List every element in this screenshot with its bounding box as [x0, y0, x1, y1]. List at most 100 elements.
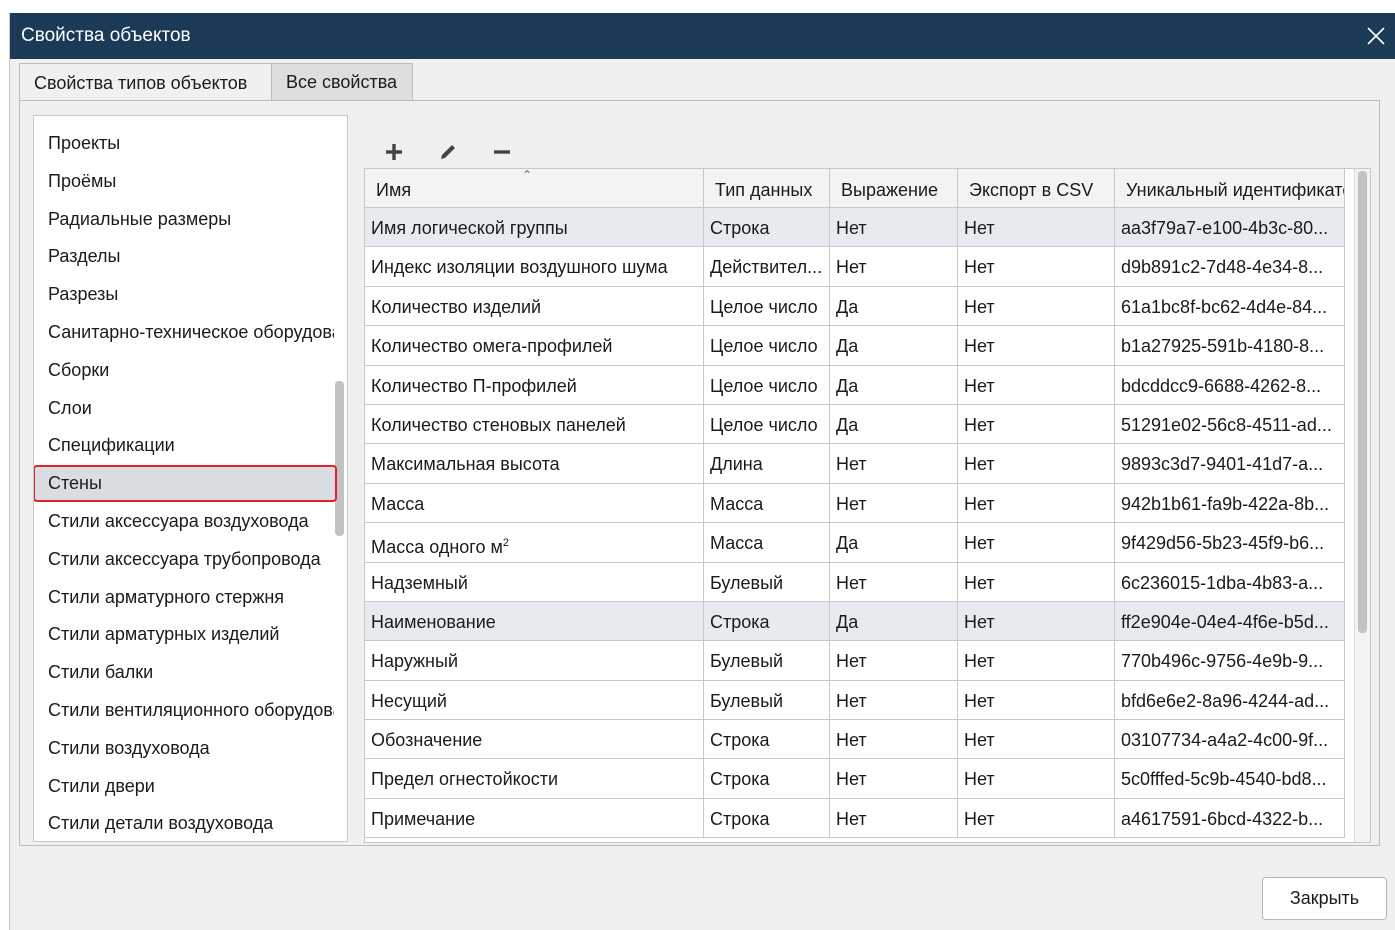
table-scrollbar[interactable]: [1354, 169, 1370, 842]
cell-expression: Нет: [830, 483, 958, 523]
cell-data-type: Строка: [704, 208, 830, 247]
cell-expression: Да: [830, 523, 958, 562]
cell-expression: Да: [830, 365, 958, 404]
list-item[interactable]: Стили вентиляционного оборудования: [34, 692, 334, 729]
list-item[interactable]: Проекты: [34, 125, 334, 162]
cell-export-csv: Нет: [958, 641, 1115, 680]
sort-ascending-icon: ⌃: [522, 169, 533, 182]
list-item[interactable]: Стили аксессуара трубопровода: [34, 541, 334, 578]
cell-data-type: Длина: [704, 444, 830, 483]
table-row[interactable]: Наименование Строка Да Нет ff2e904e-04e4-4f6…: [365, 601, 1345, 642]
table-row[interactable]: Примечание Строка Нет Нет a4617591-6bcd-4322…: [365, 798, 1345, 839]
edit-property-button[interactable]: [432, 138, 464, 170]
list-item[interactable]: Сборки: [34, 352, 334, 389]
add-property-button[interactable]: [378, 138, 410, 170]
cell-export-csv: Нет: [958, 247, 1115, 286]
table-row[interactable]: Надземный Булевый Нет Нет 6c236015-1dba-4b83…: [365, 562, 1345, 602]
cell-data-type: Целое число: [704, 404, 830, 444]
list-item[interactable]: Стили аксессуара воздуховода: [34, 503, 334, 540]
table-row[interactable]: Индекс изоляции воздушного шума Действите…: [365, 247, 1345, 287]
cell-expression: Нет: [830, 641, 958, 680]
cell-unique-id: ff2e904e-04e4-4f6e-b5d...: [1115, 601, 1345, 641]
plus-icon: [384, 142, 404, 167]
tab-object-type-properties[interactable]: Свойства типов объектов: [19, 63, 272, 102]
cell-unique-id: b1a27925-591b-4180-8...: [1115, 326, 1345, 365]
column-header-data-type[interactable]: Тип данных: [704, 169, 830, 208]
column-header-export-csv[interactable]: Экспорт в CSV: [958, 169, 1115, 208]
cell-expression: Да: [830, 286, 958, 326]
table-row[interactable]: Количество П-профилей Целое число Да Нет bdc…: [365, 365, 1345, 405]
table-header: ⌃ Имя Тип данных Выражение Экспорт в CSV…: [365, 169, 1345, 208]
list-item[interactable]: Стили детали воздуховода: [34, 805, 334, 841]
cell-export-csv: Нет: [958, 523, 1115, 562]
cell-data-type: Строка: [704, 798, 830, 838]
table-row[interactable]: Обозначение Строка Нет Нет 03107734-a4a2-4c0…: [365, 720, 1345, 760]
table-scrollbar-thumb[interactable]: [1358, 171, 1367, 633]
list-item[interactable]: Стены: [34, 465, 337, 503]
column-header-unique-id[interactable]: Уникальный идентификатор: [1115, 169, 1345, 208]
cell-expression: Нет: [830, 208, 958, 247]
object-type-list[interactable]: Проекты Проёмы Радиальные размеры Разделы Ра…: [33, 115, 348, 842]
list-item[interactable]: Спецификации: [34, 427, 334, 464]
cell-name: Примечание: [365, 798, 704, 838]
tab-all-properties[interactable]: Все свойства: [271, 63, 413, 101]
cell-unique-id: 6c236015-1dba-4b83-a...: [1115, 562, 1345, 601]
list-scrollbar-thumb[interactable]: [335, 381, 344, 536]
table-body: Имя логической группы Строка Нет Нет aa3f79a…: [365, 208, 1345, 839]
cell-expression: Нет: [830, 247, 958, 286]
table-row[interactable]: Предел огнестойкости Строка Нет Нет 5c0fffed…: [365, 759, 1345, 799]
remove-property-button[interactable]: [486, 138, 518, 170]
list-item[interactable]: Радиальные размеры: [34, 201, 334, 238]
list-item[interactable]: Разрезы: [34, 276, 334, 313]
cell-data-type: Масса: [704, 523, 830, 562]
list-item[interactable]: Стили двери: [34, 768, 334, 805]
table-row[interactable]: Имя логической группы Строка Нет Нет aa3f79a…: [365, 208, 1345, 248]
cell-name: Имя логической группы: [365, 208, 704, 247]
table-row[interactable]: Наружный Булевый Нет Нет 770b496c-9756-4e9b-…: [365, 641, 1345, 681]
cell-expression: Нет: [830, 680, 958, 720]
cell-unique-id: bdcddcc9-6688-4262-8...: [1115, 365, 1345, 404]
table-row[interactable]: Максимальная высота Длина Нет Нет 9893c3d7-9…: [365, 444, 1345, 484]
cell-name: Надземный: [365, 562, 704, 601]
cell-unique-id: 51291e02-56c8-4511-ad...: [1115, 404, 1345, 444]
close-button[interactable]: Закрыть: [1262, 877, 1387, 920]
cell-data-type: Масса: [704, 483, 830, 523]
cell-export-csv: Нет: [958, 759, 1115, 798]
table-row[interactable]: Масса одного м2 Масса Да Нет 9f429d56-5b23-4…: [365, 523, 1345, 563]
table-row[interactable]: Количество стеновых панелей Целое число Да…: [365, 404, 1345, 445]
cell-data-type: Целое число: [704, 326, 830, 365]
cell-unique-id: 942b1b61-fa9b-422a-8b...: [1115, 483, 1345, 523]
tab-bar: Свойства типов объектов Все свойства: [19, 63, 413, 102]
cell-expression: Да: [830, 326, 958, 365]
column-header-name[interactable]: ⌃ Имя: [365, 169, 704, 208]
cell-expression: Нет: [830, 759, 958, 798]
cell-unique-id: 03107734-a4a2-4c00-9f...: [1115, 720, 1345, 759]
cell-export-csv: Нет: [958, 483, 1115, 523]
cell-data-type: Строка: [704, 759, 830, 798]
table-row[interactable]: Несущий Булевый Нет Нет bfd6e6e2-8a96-4244-a…: [365, 680, 1345, 721]
column-header-expression[interactable]: Выражение: [830, 169, 958, 208]
minus-icon: [492, 142, 512, 167]
list-item[interactable]: Стили арматурных изделий: [34, 616, 334, 653]
list-item[interactable]: Санитарно-техническое оборудование: [34, 314, 334, 351]
list-item[interactable]: Разделы: [34, 238, 334, 275]
property-toolbar: [378, 138, 518, 170]
list-item[interactable]: Стили арматурного стержня: [34, 579, 334, 616]
list-item[interactable]: Слои: [34, 390, 334, 427]
list-item[interactable]: Стили воздуховода: [34, 730, 334, 767]
cell-name: Наименование: [365, 601, 704, 641]
close-icon[interactable]: [1356, 13, 1395, 59]
table-row[interactable]: Количество омега-профилей Целое число Да Не…: [365, 326, 1345, 366]
cell-name: Обозначение: [365, 720, 704, 759]
cell-name: Предел огнестойкости: [365, 759, 704, 798]
cell-expression: Нет: [830, 798, 958, 838]
pencil-icon: [438, 142, 458, 167]
cell-export-csv: Нет: [958, 680, 1115, 720]
cell-data-type: Булевый: [704, 562, 830, 601]
list-item[interactable]: Проёмы: [34, 163, 334, 200]
table-row[interactable]: Масса Масса Нет Нет 942b1b61-fa9b-422a-8b...: [365, 483, 1345, 524]
cell-data-type: Действител...: [704, 247, 830, 286]
table-row[interactable]: Количество изделий Целое число Да Нет 61a1bc…: [365, 286, 1345, 327]
list-item[interactable]: Стили балки: [34, 654, 334, 691]
cell-unique-id: 61a1bc8f-bc62-4d4e-84...: [1115, 286, 1345, 326]
